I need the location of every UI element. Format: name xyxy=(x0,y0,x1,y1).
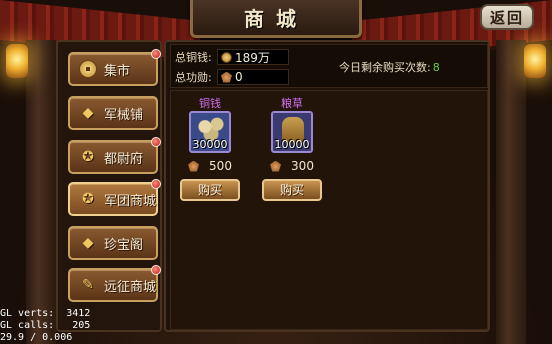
sidebar-item-expedition-shop[interactable]: ✎ 远征商城 xyxy=(68,265,161,302)
sidebar-item-market[interactable]: 集市 xyxy=(68,49,161,86)
merit-stat: 总功勋: 0 xyxy=(175,68,289,86)
debug-line: GL calls: 205 xyxy=(0,320,91,331)
copper-value: 189万 xyxy=(235,50,270,65)
sidebar-item-label: 远征商城 xyxy=(104,279,157,295)
ingot-icon: ◆ xyxy=(82,235,94,251)
pillar-left xyxy=(26,40,56,344)
lantern-left-icon xyxy=(6,44,28,78)
copper-coins-item-icon[interactable]: 30000 xyxy=(189,111,231,153)
item-price: 300 xyxy=(257,159,327,173)
sidebar-item-label: 军团商城 xyxy=(104,193,157,209)
currency-info-box: 总铜钱: 189万 总功勋: 0 今日剩余购买次数: 8 xyxy=(170,44,488,88)
game-scene: 商城 返回 集市 ◆ 军械铺 ✪ 都尉府 ✪ 军团商城 ◆ 珍宝阁 ✎ 远征商城… xyxy=(0,0,552,344)
item-quantity: 30000 xyxy=(192,138,228,151)
merit-medal-icon xyxy=(270,160,282,172)
copper-coin-icon xyxy=(221,51,232,63)
notification-badge xyxy=(151,265,161,275)
shop-main-panel: 总铜钱: 189万 总功勋: 0 今日剩余购买次数: 8 铜钱 30000 50… xyxy=(164,40,490,332)
lantern-right-icon xyxy=(524,44,546,78)
buy-button[interactable]: 购买 xyxy=(262,179,322,201)
sidebar-item-label: 军械铺 xyxy=(104,107,144,123)
sidebar-item-label: 都尉府 xyxy=(104,151,144,167)
copper-label: 总铜钱: xyxy=(175,51,212,64)
emblem-icon: ✪ xyxy=(82,149,94,165)
title-plaque: 商城 xyxy=(190,0,362,38)
notification-badge xyxy=(151,49,161,59)
sidebar-item-label: 珍宝阁 xyxy=(104,237,144,253)
buy-button[interactable]: 购买 xyxy=(180,179,240,201)
sidebar-item-label: 集市 xyxy=(104,63,131,79)
copper-stat: 总铜钱: 189万 xyxy=(175,48,289,66)
pillar-right xyxy=(496,40,526,344)
remaining-purchases: 今日剩余购买次数: 8 xyxy=(339,59,440,75)
merit-label: 总功勋: xyxy=(175,71,212,84)
coin-icon xyxy=(78,59,98,79)
shop-item-card: 铜钱 30000 500 购买 xyxy=(175,95,245,211)
ingot-icon: ◆ xyxy=(82,105,94,121)
copper-value-box: 189万 xyxy=(217,49,289,65)
grain-item-icon[interactable]: 10000 xyxy=(271,111,313,153)
merit-value: 0 xyxy=(235,70,243,84)
shop-item-card: 粮草 10000 300 购买 xyxy=(257,95,327,211)
shop-items-area: 铜钱 30000 500 购买 粮草 10000 300 购买 xyxy=(170,90,488,330)
sidebar-item-legion-shop[interactable]: ✪ 军团商城 xyxy=(68,179,161,216)
remaining-count: 8 xyxy=(432,61,440,74)
page-title: 商城 xyxy=(244,7,308,31)
item-name: 铜钱 xyxy=(199,97,221,110)
item-price-value: 300 xyxy=(291,159,314,173)
back-button[interactable]: 返回 xyxy=(480,4,534,30)
sidebar-item-commandery[interactable]: ✪ 都尉府 xyxy=(68,137,161,174)
item-price-value: 500 xyxy=(209,159,232,173)
debug-overlay: GL verts: 3412 GL calls: 205 29.9 / 0.006 xyxy=(0,308,90,344)
debug-line: 29.9 / 0.006 xyxy=(0,332,73,343)
sidebar-item-armory[interactable]: ◆ 军械铺 xyxy=(68,96,158,130)
shop-category-sidebar: 集市 ◆ 军械铺 ✪ 都尉府 ✪ 军团商城 ◆ 珍宝阁 ✎ 远征商城 xyxy=(56,40,162,332)
merit-medal-icon xyxy=(188,160,200,172)
item-quantity: 10000 xyxy=(274,138,310,151)
notification-badge xyxy=(151,179,161,189)
emblem-icon: ✪ xyxy=(82,191,94,207)
merit-medal-icon xyxy=(221,71,232,83)
item-price: 500 xyxy=(175,159,245,173)
merit-value-box: 0 xyxy=(217,69,289,85)
remaining-label: 今日剩余购买次数: xyxy=(339,61,431,74)
debug-line: GL verts: 3412 xyxy=(0,308,91,319)
notification-badge xyxy=(151,137,161,147)
scroll-icon: ✎ xyxy=(82,277,94,293)
item-name: 粮草 xyxy=(281,97,303,110)
sidebar-item-treasure[interactable]: ◆ 珍宝阁 xyxy=(68,226,158,260)
